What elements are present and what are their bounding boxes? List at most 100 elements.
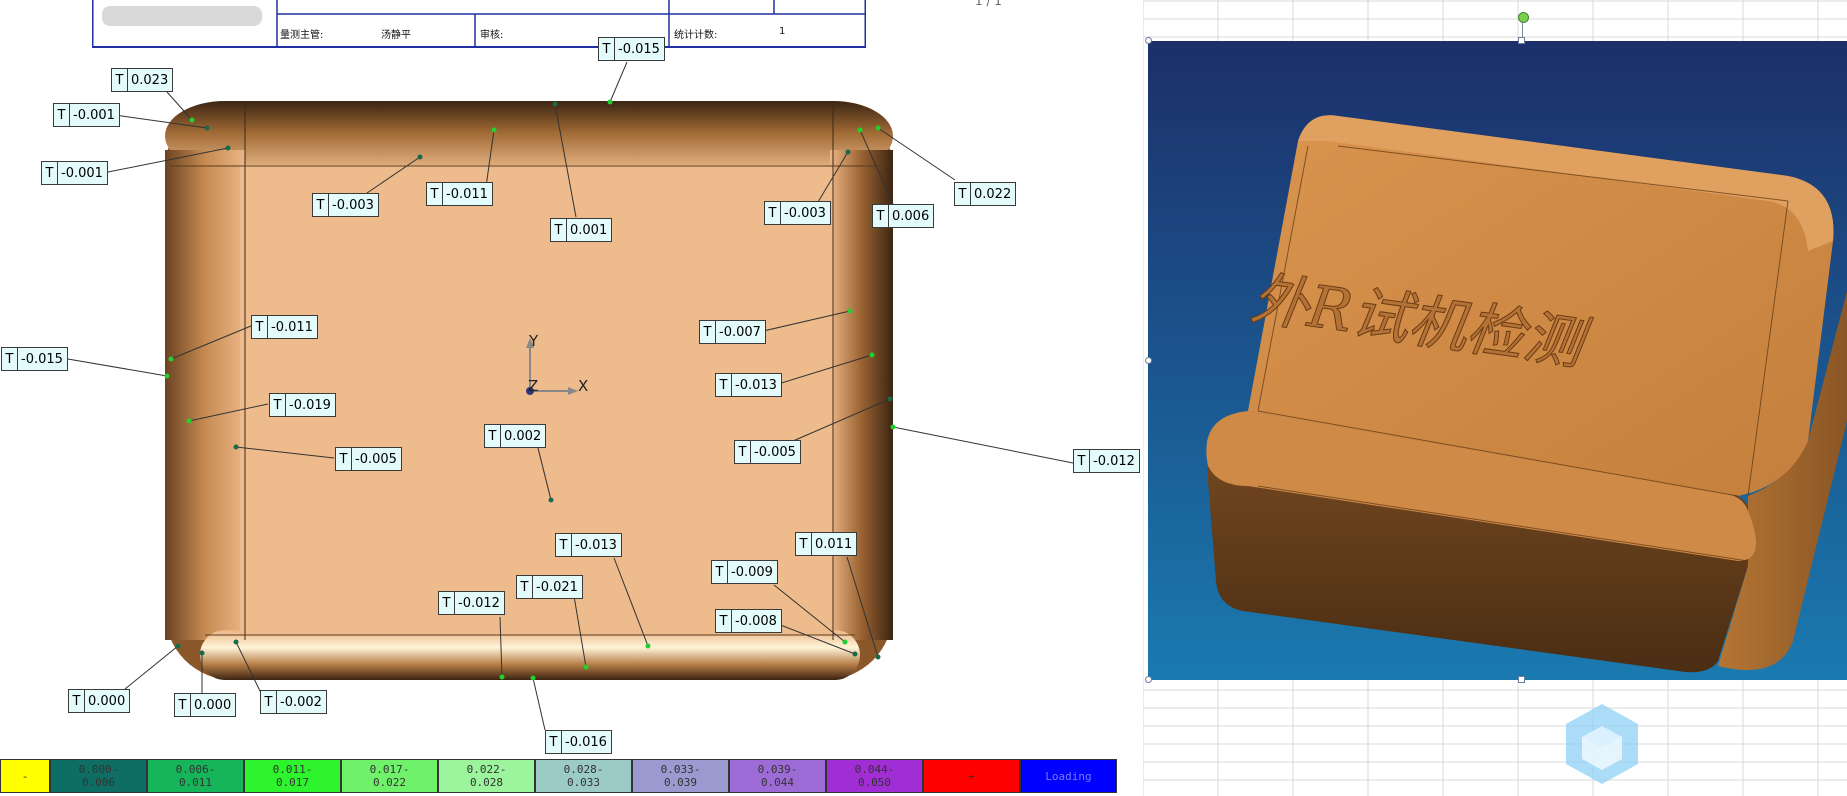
label-type: T [54,104,70,126]
label-value: -0.013 [735,377,777,393]
label-type: T [2,348,18,370]
measurement-label: T -0.015 [1,347,68,371]
scale-segment: - [0,759,50,793]
label-value: -0.005 [754,444,796,460]
label-value: -0.012 [458,595,500,611]
label-value: -0.012 [1093,453,1135,469]
measurement-label: T 0.022 [954,182,1017,206]
label-type: T [955,183,971,205]
label-value: -0.009 [731,564,773,580]
measurement-label: T -0.001 [53,103,120,127]
label-type: T [439,592,455,614]
measurement-label: T -0.007 [699,320,766,344]
label-value: -0.016 [565,734,607,750]
label-value: 0.000 [88,693,126,709]
inspection-view [61,61,1074,731]
measurement-label: T 0.023 [111,68,174,92]
measurement-label: T -0.003 [764,201,831,225]
measurement-label: T -0.008 [715,609,782,633]
label-type: T [69,690,85,712]
scale-segment: 0.017- 0.022 [341,759,438,793]
label-value: 0.002 [504,428,542,444]
label-type: T [700,321,716,343]
label-value: -0.007 [719,324,761,340]
label-type: T [1074,450,1090,472]
measurement-label: T 0.000 [174,693,237,717]
label-type: T [261,691,277,713]
label-value: -0.015 [618,41,660,57]
label-type: T [873,205,889,227]
measurement-label: T -0.016 [545,730,612,754]
resize-handle-left[interactable] [1145,357,1152,364]
measurement-label: T 0.006 [872,204,935,228]
label-type: T [252,316,268,338]
measurement-label: T 0.000 [68,689,131,713]
label-value: 0.006 [892,208,930,224]
measurement-label: T -0.003 [312,193,379,217]
label-type: T [556,534,572,556]
label-value: -0.015 [21,351,63,367]
label-type: T [599,38,615,60]
measurement-label: T -0.015 [598,37,665,61]
label-value: -0.011 [271,319,313,335]
label-value: -0.003 [332,197,374,213]
scale-segment: 0.000- 0.006 [50,759,147,793]
label-type: T [313,194,329,216]
label-value: -0.005 [355,451,397,467]
measurement-label: T -0.001 [41,161,108,185]
measurement-label: T 0.001 [550,218,613,242]
label-value: -0.002 [280,694,322,710]
scale-segment: 0.011- 0.017 [244,759,341,793]
label-value: 0.001 [570,222,608,238]
label-value: -0.013 [575,537,617,553]
label-type: T [112,69,128,91]
label-type: T [716,374,732,396]
resize-handle-top-left[interactable] [1145,37,1152,44]
label-value: -0.021 [536,579,578,595]
scale-segment: 0.028- 0.033 [535,759,632,793]
measurement-label: T -0.009 [711,560,778,584]
label-value: -0.008 [735,613,777,629]
label-type: T [42,162,58,184]
label-type: T [485,425,501,447]
label-value: 0.000 [194,697,232,713]
measurement-label: T -0.002 [260,690,327,714]
label-type: T [546,731,562,753]
label-type: T [427,183,443,205]
scale-segment: 0.044- 0.050 [826,759,923,793]
axis-y-label: Y [529,332,539,350]
label-value: -0.001 [61,165,103,181]
axis-x-label: X [578,377,589,395]
measurement-label: T -0.011 [251,315,318,339]
axis-z-label: Z [528,377,539,395]
label-type: T [796,533,812,555]
deviation-color-scale: -0.000- 0.006 0.006- 0.011 0.011- 0.017 0.0… [0,759,1117,793]
resize-handle-bottom-left[interactable] [1145,676,1152,683]
label-value: -0.011 [446,186,488,202]
rotate-handle[interactable] [1518,12,1529,23]
measurement-label: T -0.013 [555,533,622,557]
embedded-3d-render[interactable]: 外R试机检测 [1148,41,1847,680]
rotate-handle-stem [1522,21,1523,38]
label-type: T [735,441,751,463]
measurement-label: T -0.012 [1073,449,1140,473]
watermark-cube-icon [1566,704,1638,784]
label-value: 0.011 [815,536,853,552]
label-value: -0.003 [784,205,826,221]
resize-handle-bottom[interactable] [1518,676,1525,683]
scale-segment: 0.022- 0.028 [438,759,535,793]
measurement-label: T -0.013 [715,373,782,397]
measurement-label: T -0.005 [734,440,801,464]
label-value: 0.022 [974,186,1012,202]
measurement-label: T -0.011 [426,182,493,206]
resize-handle-top[interactable] [1518,37,1525,44]
label-type: T [270,394,286,416]
measurement-label: T 0.011 [795,532,858,556]
label-value: -0.019 [289,397,331,413]
label-value: -0.001 [73,107,115,123]
scale-segment: 0.039- 0.044 [729,759,826,793]
measurement-label: T 0.002 [484,424,547,448]
label-type: T [336,448,352,470]
scale-segment: Loading [1020,759,1117,793]
label-type: T [517,576,533,598]
